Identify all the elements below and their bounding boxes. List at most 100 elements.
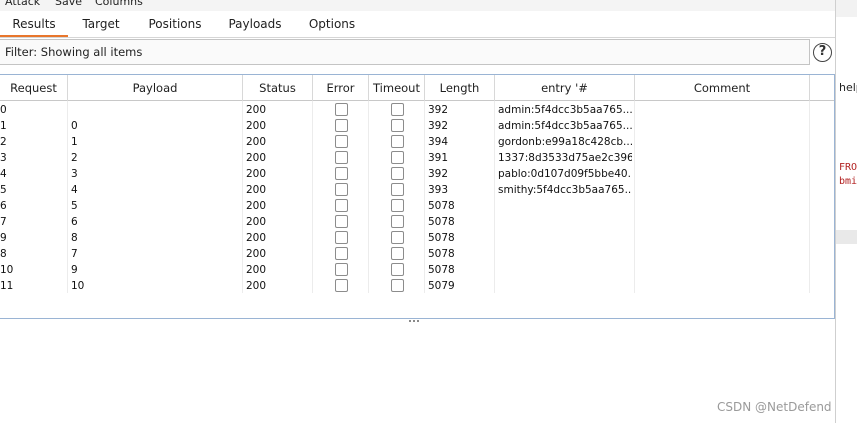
cell-status: 200 (246, 216, 267, 228)
column-header-error[interactable]: Error (313, 75, 369, 101)
column-header-timeout[interactable]: Timeout (369, 75, 425, 101)
side-panel-scrollbar[interactable] (836, 230, 857, 244)
cell-request: 3 (0, 152, 7, 164)
cell-length: 392 (428, 104, 449, 116)
error-checkbox[interactable] (335, 247, 348, 260)
timeout-checkbox[interactable] (391, 183, 404, 196)
timeout-checkbox[interactable] (391, 263, 404, 276)
cell-comment (638, 262, 808, 278)
timeout-checkbox[interactable] (391, 215, 404, 228)
cell-entry (498, 214, 632, 230)
timeout-checkbox[interactable] (391, 151, 404, 164)
menu-save[interactable]: Save (55, 0, 82, 10)
error-checkbox[interactable] (335, 167, 348, 180)
cell-length: 5078 (428, 232, 455, 244)
column-header-comment[interactable]: Comment (635, 75, 810, 101)
table-row[interactable]: 2 1 200 394 gordonb:e99a18c428cb... (0, 134, 810, 150)
cell-status: 200 (246, 184, 267, 196)
timeout-checkbox[interactable] (391, 279, 404, 292)
column-header-payload[interactable]: Payload (68, 75, 243, 101)
timeout-checkbox[interactable] (391, 167, 404, 180)
tab-payloads[interactable]: Payloads (216, 11, 294, 37)
column-header-status[interactable]: Status (243, 75, 313, 101)
error-checkbox[interactable] (335, 231, 348, 244)
cell-payload: 0 (71, 120, 78, 132)
cell-request: 8 (0, 248, 7, 260)
cell-entry: pablo:0d107d09f5bbe40... (498, 168, 632, 180)
table-row[interactable]: 4 3 200 392 pablo:0d107d09f5bbe40... (0, 166, 810, 182)
cell-length: 5078 (428, 200, 455, 212)
cell-comment (638, 278, 808, 294)
cell-comment (638, 166, 808, 182)
cell-payload: 5 (71, 200, 78, 212)
cell-payload: 8 (71, 232, 78, 244)
column-header-entry[interactable]: entry '# (495, 75, 635, 101)
side-panel: help FRO bmi (835, 0, 857, 423)
error-checkbox[interactable] (335, 279, 348, 292)
timeout-checkbox[interactable] (391, 103, 404, 116)
tab-target[interactable]: Target (68, 11, 134, 37)
cell-request: 0 (0, 104, 7, 116)
table-row[interactable]: 1 0 200 392 admin:5f4dcc3b5aa765... (0, 118, 810, 134)
cell-entry (498, 246, 632, 262)
cell-comment (638, 246, 808, 262)
error-checkbox[interactable] (335, 103, 348, 116)
table-row[interactable]: 10 9 200 5078 (0, 262, 810, 278)
menu-columns[interactable]: Columns (95, 0, 143, 10)
table-row[interactable]: 7 6 200 5078 (0, 214, 810, 230)
help-icon[interactable]: ? (813, 43, 832, 62)
error-checkbox[interactable] (335, 215, 348, 228)
cell-length: 5079 (428, 280, 455, 292)
tab-results[interactable]: Results (0, 11, 68, 37)
tab-options[interactable]: Options (294, 11, 370, 37)
tab-positions[interactable]: Positions (134, 11, 216, 37)
cell-entry: 1337:8d3533d75ae2c396... (498, 152, 632, 164)
error-checkbox[interactable] (335, 151, 348, 164)
cell-payload: 4 (71, 184, 78, 196)
menu-attack[interactable]: Attack (5, 0, 40, 10)
table-row[interactable]: 11 10 200 5079 (0, 278, 810, 294)
table-row[interactable]: 6 5 200 5078 (0, 198, 810, 214)
timeout-checkbox[interactable] (391, 247, 404, 260)
cell-payload: 6 (71, 216, 78, 228)
cell-entry: admin:5f4dcc3b5aa765... (498, 104, 632, 116)
cell-status: 200 (246, 232, 267, 244)
cell-request: 7 (0, 216, 7, 228)
table-row[interactable]: 0 200 392 admin:5f4dcc3b5aa765... (0, 102, 810, 118)
code-line: bmi (839, 176, 857, 187)
column-header-length[interactable]: Length (425, 75, 495, 101)
filter-bar[interactable]: Filter: Showing all items (0, 39, 810, 65)
results-table: Request Payload Status Error Timeout Len… (0, 74, 835, 319)
splitter-handle[interactable] (409, 320, 423, 323)
cell-payload: 9 (71, 264, 78, 276)
cell-entry (498, 278, 632, 294)
error-checkbox[interactable] (335, 183, 348, 196)
cell-status: 200 (246, 248, 267, 260)
error-checkbox[interactable] (335, 119, 348, 132)
cell-comment (638, 182, 808, 198)
cell-status: 200 (246, 104, 267, 116)
timeout-checkbox[interactable] (391, 199, 404, 212)
cell-entry: smithy:5f4dcc3b5aa765... (498, 184, 632, 196)
cell-entry (498, 198, 632, 214)
cell-length: 392 (428, 168, 449, 180)
timeout-checkbox[interactable] (391, 231, 404, 244)
table-row[interactable]: 9 8 200 5078 (0, 230, 810, 246)
timeout-checkbox[interactable] (391, 135, 404, 148)
cell-request: 2 (0, 136, 7, 148)
error-checkbox[interactable] (335, 135, 348, 148)
cell-length: 394 (428, 136, 449, 148)
cell-comment (638, 118, 808, 134)
cell-request: 5 (0, 184, 7, 196)
column-header-request[interactable]: Request (0, 75, 68, 101)
table-row[interactable]: 3 2 200 391 1337:8d3533d75ae2c396... (0, 150, 810, 166)
side-panel-label: help (839, 81, 857, 94)
table-row[interactable]: 5 4 200 393 smithy:5f4dcc3b5aa765... (0, 182, 810, 198)
table-row[interactable]: 8 7 200 5078 (0, 246, 810, 262)
cell-comment (638, 134, 808, 150)
error-checkbox[interactable] (335, 199, 348, 212)
cell-entry (498, 230, 632, 246)
menu-bar: Attack Save Columns (0, 0, 835, 11)
error-checkbox[interactable] (335, 263, 348, 276)
timeout-checkbox[interactable] (391, 119, 404, 132)
